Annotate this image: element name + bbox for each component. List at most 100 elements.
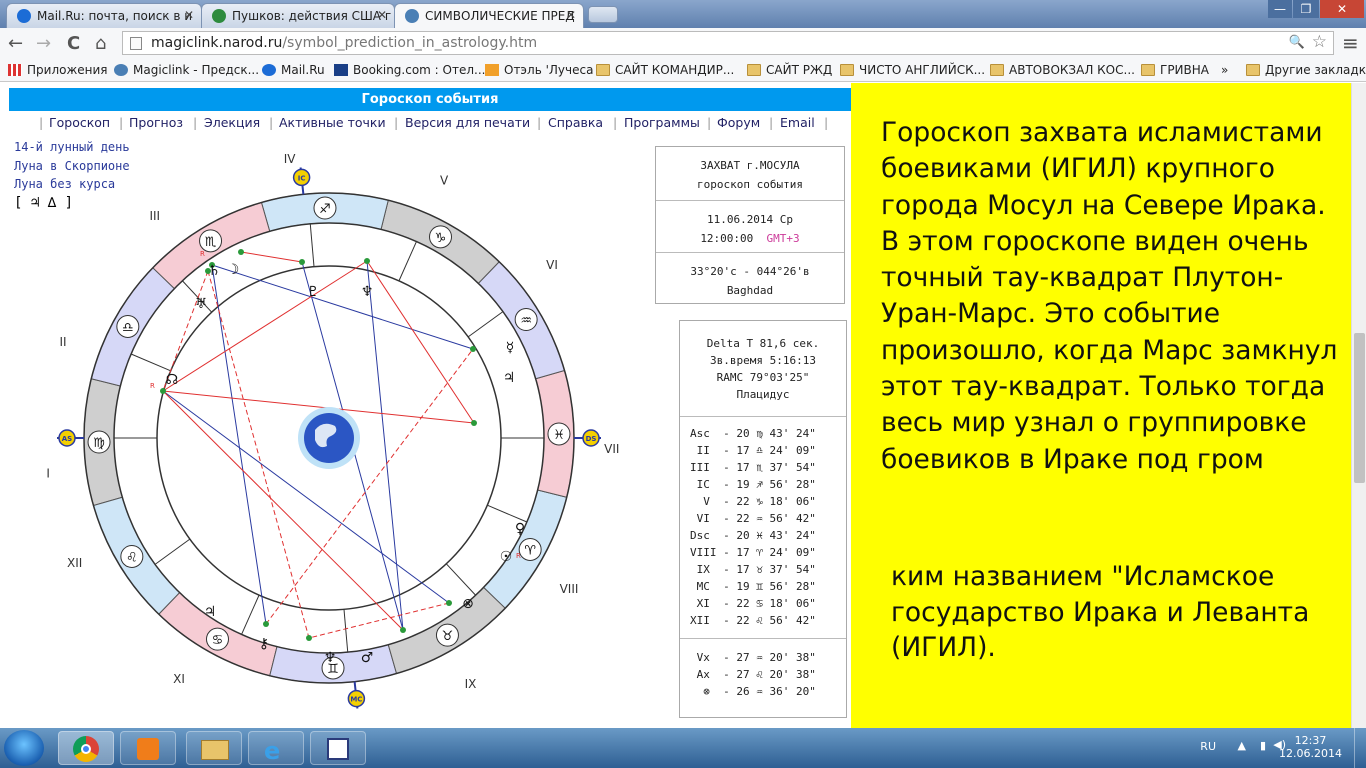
bookmarks-overflow[interactable]: » bbox=[1221, 63, 1228, 77]
bookmark-folder-english[interactable]: ЧИСТО АНГЛИЙСК... bbox=[840, 63, 985, 77]
house-number-label: V bbox=[440, 173, 449, 187]
zodiac-sign-glyph: ♒ bbox=[520, 314, 532, 329]
retrograde-mark: R bbox=[516, 552, 521, 560]
clock-date: 12.06.2014 bbox=[1279, 747, 1342, 760]
bookmark-folder-rzd[interactable]: САЙТ РЖД bbox=[747, 63, 832, 77]
house-number-label: IX bbox=[465, 677, 477, 691]
bookmark-folder-grivna[interactable]: ГРИВНА bbox=[1141, 63, 1209, 77]
menu-horoscope[interactable]: Гороскоп bbox=[49, 115, 110, 130]
forward-button[interactable]: → bbox=[36, 33, 51, 54]
magiclink-icon bbox=[405, 9, 419, 23]
house-number-label: VI bbox=[546, 258, 558, 272]
clock[interactable]: 12:37 12.06.2014 bbox=[1279, 734, 1342, 760]
cusp-row: XII - 22 ♌ 56' 42" bbox=[690, 614, 816, 627]
planet-glyph: ☊ bbox=[166, 372, 178, 388]
zoom-icon[interactable]: 🔍 bbox=[1289, 32, 1305, 54]
menu-election[interactable]: Элекция bbox=[204, 115, 260, 130]
home-button[interactable]: ⌂ bbox=[95, 33, 106, 54]
planet-glyph: ♀ bbox=[515, 521, 525, 537]
extra-row: Ax - 27 ♌ 20' 38" bbox=[690, 668, 816, 681]
cusp-row: IC - 19 ♐ 56' 28" bbox=[690, 478, 816, 491]
page-content: Гороскоп события | Гороскоп | Прогноз | … bbox=[0, 83, 1351, 728]
house-number-label: II bbox=[60, 335, 67, 349]
network-icon[interactable]: ▮ bbox=[1260, 739, 1266, 752]
house-number-label: X bbox=[285, 712, 293, 713]
menu-email[interactable]: Email bbox=[780, 115, 815, 130]
house-system: Плацидус bbox=[736, 388, 790, 401]
chrome-menu-icon[interactable]: ≡ bbox=[1342, 31, 1359, 55]
zodiac-sign-glyph: ♐ bbox=[319, 202, 331, 217]
bookmark-apps[interactable]: Приложения bbox=[8, 63, 108, 77]
scrollbar-thumb[interactable] bbox=[1354, 333, 1365, 483]
reload-button[interactable]: C bbox=[67, 33, 80, 54]
folder-icon bbox=[1246, 64, 1260, 76]
taskbar-media-player[interactable] bbox=[120, 731, 176, 765]
taskbar-explorer[interactable] bbox=[186, 731, 242, 765]
menu-programs[interactable]: Программы bbox=[624, 115, 700, 130]
extra-row: Vx - 27 ♒ 20' 38" bbox=[690, 651, 816, 664]
language-indicator[interactable]: RU bbox=[1200, 740, 1216, 753]
event-coords: 33°20'с - 044°26'в bbox=[690, 265, 810, 278]
folder-icon bbox=[596, 64, 610, 76]
event-title: ЗАХВАТ г.МОСУЛА bbox=[700, 159, 800, 172]
houses-box: Delta T 81,6 сек. Зв.время 5:16:13 RAMC … bbox=[679, 320, 847, 718]
back-button[interactable]: ← bbox=[8, 33, 23, 54]
house-number-label: VIII bbox=[560, 582, 579, 596]
planet-dot bbox=[400, 627, 406, 633]
app-icon bbox=[327, 738, 349, 760]
menu-active-points[interactable]: Активные точки bbox=[279, 115, 386, 130]
address-bar[interactable]: magiclink.narod.ru/symbol_prediction_in_… bbox=[122, 31, 1334, 55]
cusp-row: XI - 22 ♋ 18' 06" bbox=[690, 597, 816, 610]
house-number-label: XII bbox=[67, 556, 82, 570]
taskbar-app[interactable] bbox=[310, 731, 366, 765]
show-desktop-button[interactable] bbox=[1354, 728, 1366, 768]
tab-mailru[interactable]: Mail.Ru: почта, поиск в и ✕ bbox=[6, 3, 202, 28]
house-number-label: XI bbox=[173, 672, 185, 686]
tab-pushkov[interactable]: Пушков: действия США г ✕ bbox=[201, 3, 395, 28]
close-icon[interactable]: ✕ bbox=[377, 8, 387, 22]
bookmark-booking[interactable]: Booking.com : Отел... bbox=[334, 63, 485, 77]
planet-glyph: ♅ bbox=[195, 296, 208, 312]
bookmark-mailru[interactable]: Mail.Ru bbox=[262, 63, 325, 77]
taskbar-chrome[interactable] bbox=[58, 731, 114, 765]
internet-explorer-icon: e bbox=[264, 737, 281, 765]
menu-forecast[interactable]: Прогноз bbox=[129, 115, 183, 130]
menu-forum[interactable]: Форум bbox=[717, 115, 760, 130]
close-icon[interactable]: ✕ bbox=[566, 8, 576, 22]
bookmark-hotel[interactable]: Отэль 'Лучеса bbox=[485, 63, 593, 77]
globe-icon bbox=[212, 9, 226, 23]
clock-time: 12:37 bbox=[1294, 734, 1327, 747]
cusp-row: IX - 17 ♉ 37' 54" bbox=[690, 563, 816, 576]
close-window-button[interactable]: ✕ bbox=[1320, 0, 1364, 18]
page-scrollbar[interactable] bbox=[1351, 83, 1366, 728]
planet-dot bbox=[446, 600, 452, 606]
taskbar-ie[interactable]: e bbox=[248, 731, 304, 765]
bookmark-folder-komandir[interactable]: САЙТ КОМАНДИР... bbox=[596, 63, 734, 77]
new-tab-button[interactable] bbox=[588, 6, 618, 23]
bookmark-folder-other[interactable]: Другие закладки bbox=[1246, 63, 1366, 77]
tray-arrow-icon[interactable]: ▲ bbox=[1238, 739, 1246, 752]
planet-dot bbox=[306, 635, 312, 641]
bookmark-star-icon[interactable]: ☆ bbox=[1312, 31, 1327, 53]
angle-label: DS bbox=[586, 435, 597, 443]
restore-button[interactable]: ❐ bbox=[1293, 0, 1319, 18]
bookmark-folder-avtovokzal[interactable]: АВТОВОКЗАЛ КОС... bbox=[990, 63, 1135, 77]
description-paragraph-2: ким названием "Исламское государство Ира… bbox=[891, 561, 1310, 663]
close-icon[interactable]: ✕ bbox=[184, 8, 194, 22]
zodiac-sign-glyph: ♏ bbox=[205, 235, 217, 250]
start-button[interactable] bbox=[4, 730, 44, 766]
planet-glyph: ♄ bbox=[208, 263, 221, 279]
magiclink-icon bbox=[114, 64, 128, 76]
minimize-button[interactable]: — bbox=[1268, 0, 1292, 18]
planet-dot bbox=[238, 249, 244, 255]
tab-symbolic[interactable]: СИМВОЛИЧЕСКИЕ ПРЕД ✕ bbox=[394, 3, 584, 28]
url-host: magiclink.narod.ru bbox=[151, 35, 283, 51]
description-paragraph: Гороскоп захвата исламистами боевиками (… bbox=[881, 117, 1338, 475]
bookmark-magiclink[interactable]: Magiclink - Предск... bbox=[114, 63, 259, 77]
menu-help[interactable]: Справка bbox=[548, 115, 603, 130]
tab-bar: Mail.Ru: почта, поиск в и ✕ Пушков: дейс… bbox=[0, 0, 1366, 28]
folder-icon bbox=[201, 740, 229, 760]
event-time: 12:00:00 bbox=[700, 232, 754, 245]
angle-label: MC bbox=[350, 696, 362, 704]
menu-print-version[interactable]: Версия для печати bbox=[405, 115, 530, 130]
